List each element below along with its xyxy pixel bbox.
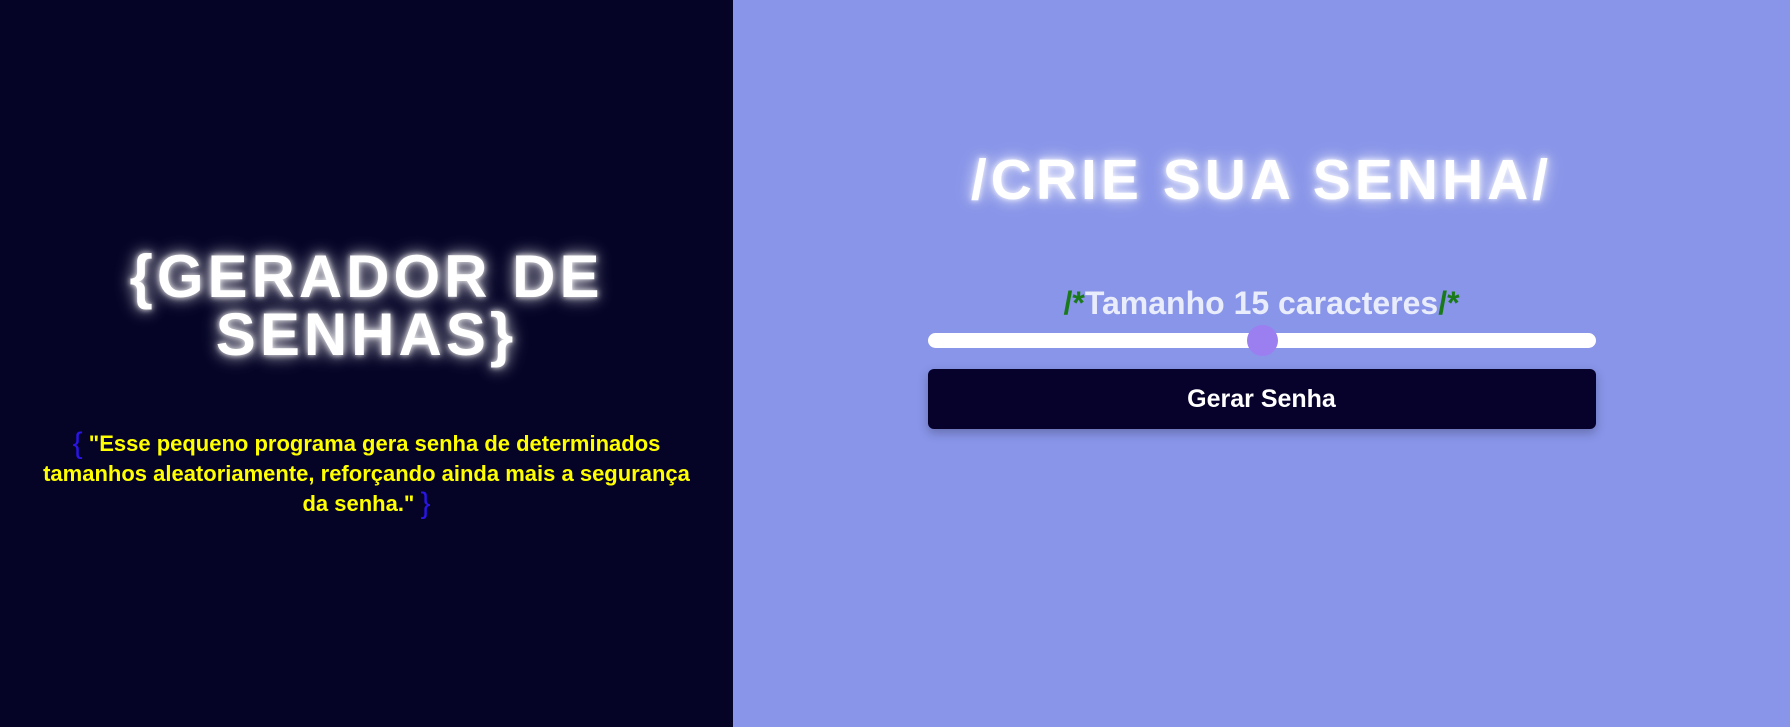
description-text: "Esse pequeno programa gera senha de det… [43, 431, 690, 516]
generate-password-button[interactable]: Gerar Senha [927, 369, 1596, 429]
length-label: /*Tamanho 15 caracteres/* [1063, 285, 1459, 321]
length-label-text: Tamanho 15 caracteres [1084, 285, 1439, 321]
slider-thumb[interactable] [1246, 325, 1278, 356]
generator-panel: /CRIE SUA SENHA/ /*Tamanho 15 caracteres… [733, 0, 1790, 727]
comment-open-marker: /* [1063, 285, 1085, 321]
section-title: /CRIE SUA SENHA/ [970, 148, 1553, 212]
open-brace: { [72, 427, 83, 460]
comment-close-marker: /* [1438, 285, 1460, 321]
app-title: {GERADOR DE SENHAS} [129, 243, 604, 368]
page: {GERADOR DE SENHAS} { "Esse pequeno prog… [0, 0, 1790, 727]
length-slider[interactable] [927, 325, 1596, 356]
intro-panel: {GERADOR DE SENHAS} { "Esse pequeno prog… [0, 0, 733, 727]
close-brace: } [420, 487, 431, 520]
app-description: { "Esse pequeno programa gera senha de d… [37, 429, 697, 519]
